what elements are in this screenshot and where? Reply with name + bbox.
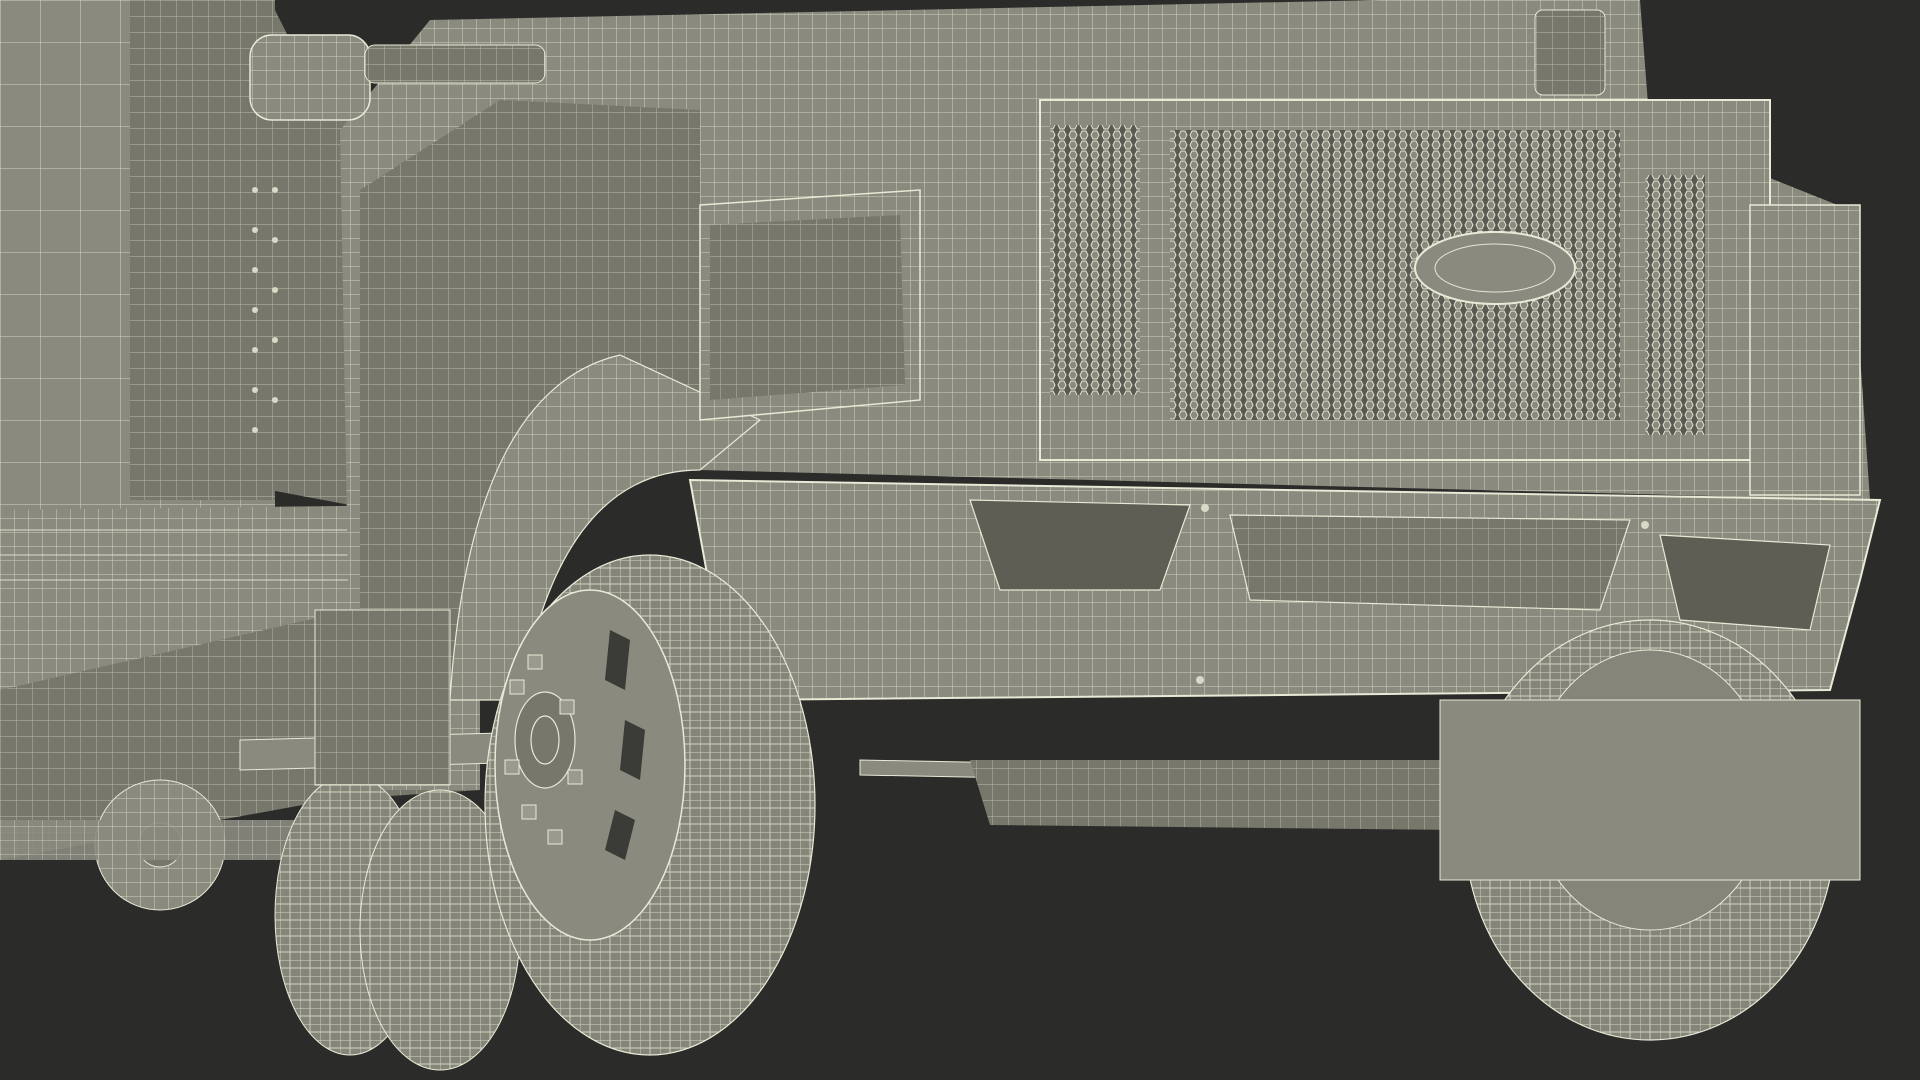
mud-flap (314, 609, 451, 786)
truck-wireframe-scene (0, 0, 1920, 1080)
left-front-wheel (484, 554, 816, 1056)
grille-badge (1414, 231, 1576, 305)
headlight (699, 189, 921, 421)
rear-dual-wheels (274, 774, 521, 1071)
